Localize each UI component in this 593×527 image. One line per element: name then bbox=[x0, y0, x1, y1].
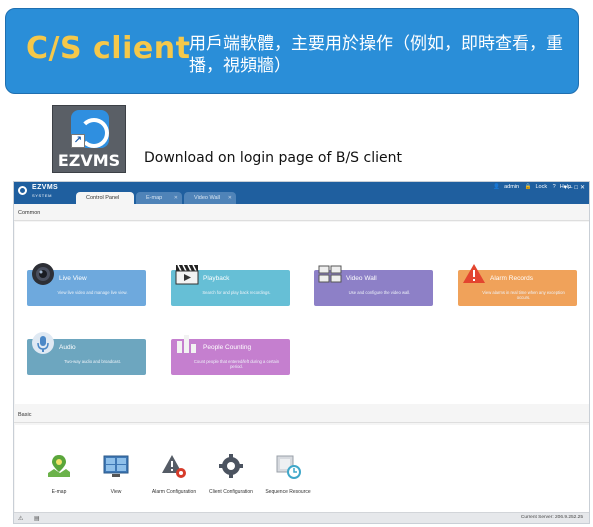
divider bbox=[14, 422, 589, 423]
tile-audio[interactable]: Audio Two-way audio and broadcast. bbox=[27, 332, 146, 375]
warning-icon[interactable]: ⚠ bbox=[18, 515, 23, 522]
tile-description: View alarms in real time when any except… bbox=[482, 290, 565, 300]
tile-title: Playback bbox=[203, 275, 230, 282]
tile-title: Live View bbox=[59, 275, 87, 282]
tab-label: Video Wall bbox=[194, 195, 220, 201]
lock-icon: 🔒 bbox=[524, 184, 532, 190]
close-icon[interactable]: ✕ bbox=[580, 185, 587, 191]
tab-control-panel[interactable]: Control Panel bbox=[76, 192, 134, 204]
user-icon: 👤 bbox=[493, 184, 501, 190]
section-label-common: Common bbox=[18, 210, 41, 216]
banner-title: C/S client bbox=[26, 31, 191, 66]
user-name[interactable]: admin bbox=[504, 184, 519, 190]
tile-people-counting[interactable]: People Counting Count people that entere… bbox=[171, 335, 290, 375]
tab-video-wall[interactable]: Video Wall ✕ bbox=[184, 192, 236, 204]
shortcut-arrow-icon: ↗ bbox=[71, 134, 85, 148]
basic-item-client-configuration[interactable]: Client Configuration bbox=[201, 453, 261, 495]
alarm-icon bbox=[463, 264, 485, 283]
basic-item-e-map[interactable]: E-map bbox=[29, 453, 89, 495]
monitor-grid-icon bbox=[103, 455, 129, 477]
close-icon[interactable]: ✕ bbox=[228, 192, 232, 204]
top-bar: EZVMS SYSTEM Control Panel E-map ✕ Video… bbox=[14, 182, 589, 204]
client-window: EZVMS SYSTEM Control Panel E-map ✕ Video… bbox=[13, 181, 590, 524]
divider bbox=[14, 220, 589, 221]
basic-item-label: Client Configuration bbox=[209, 489, 253, 495]
user-area: 👤 admin 🔒 Lock ? Help bbox=[489, 184, 571, 190]
tile-playback[interactable]: Playback Search for and play back record… bbox=[171, 264, 290, 306]
current-server: Current Server: 206.9.252.25 bbox=[520, 515, 583, 520]
basic-item-view[interactable]: View bbox=[86, 453, 146, 495]
video-wall-icon bbox=[318, 265, 342, 283]
bar-chart-icon bbox=[177, 335, 196, 353]
brand-name: EZVMS bbox=[32, 184, 59, 191]
download-note: Download on login page of B/S client bbox=[144, 150, 402, 166]
basic-item-sequence-resource[interactable]: Sequence Resource bbox=[258, 453, 318, 495]
gear-icon bbox=[219, 454, 243, 478]
microphone-icon bbox=[32, 332, 54, 354]
ezvms-shortcut[interactable]: ↗ EZVMS bbox=[52, 105, 126, 173]
help-icon: ? bbox=[552, 184, 556, 190]
tile-description: Search for and play back recordings. bbox=[202, 290, 271, 295]
basic-item-label: Sequence Resource bbox=[265, 489, 311, 495]
brand-subtitle: SYSTEM bbox=[32, 193, 53, 198]
tile-description: Count people that entered/left during a … bbox=[193, 359, 280, 369]
basic-item-label: Alarm Configuration bbox=[151, 489, 197, 495]
basic-panel: E-map View Alarm Configuration Client Co… bbox=[15, 425, 589, 512]
tile-description: Use and configure the video wall. bbox=[348, 290, 411, 295]
clapper-icon bbox=[175, 264, 199, 285]
tab-label: E-map bbox=[146, 195, 163, 201]
sequence-icon bbox=[276, 455, 301, 479]
close-icon[interactable]: ✕ bbox=[174, 192, 178, 204]
tile-description: View live video and manage live view. bbox=[57, 290, 128, 295]
tile-title: Alarm Records bbox=[490, 275, 533, 282]
app-icon-label: EZVMS bbox=[57, 151, 121, 170]
title-banner: C/S client 用戶端軟體，主要用於操作（例如，即時查看，重播，視頻牆） bbox=[5, 8, 579, 94]
lock-button[interactable]: Lock bbox=[535, 184, 547, 190]
alarm-config-icon bbox=[162, 455, 186, 478]
basic-item-alarm-configuration[interactable]: Alarm Configuration bbox=[144, 453, 204, 495]
tab-e-map[interactable]: E-map ✕ bbox=[136, 192, 182, 204]
map-pin-icon bbox=[48, 455, 70, 477]
basic-item-label: E-map bbox=[51, 489, 67, 495]
ezvms-logo-icon bbox=[18, 186, 27, 195]
tile-title: Audio bbox=[59, 344, 76, 351]
tile-title: Video Wall bbox=[346, 275, 377, 282]
camera-icon bbox=[32, 263, 54, 285]
banner-description: 用戶端軟體，主要用於操作（例如，即時查看，重播，視頻牆） bbox=[189, 34, 563, 76]
common-panel: Live View View live video and manage liv… bbox=[15, 222, 589, 404]
status-bar: ⚠ ▤ Current Server: 206.9.252.25 bbox=[14, 512, 589, 523]
tile-title: People Counting bbox=[203, 344, 252, 351]
document-icon[interactable]: ▤ bbox=[34, 515, 40, 522]
tile-description: Two-way audio and broadcast. bbox=[64, 359, 121, 364]
tile-alarm-records[interactable]: Alarm Records View alarms in real time w… bbox=[458, 264, 577, 306]
tile-video-wall[interactable]: Video Wall Use and configure the video w… bbox=[314, 265, 433, 306]
section-label-basic: Basic bbox=[18, 412, 32, 418]
window-controls: ▾–□✕ bbox=[564, 184, 587, 191]
basic-item-label: View bbox=[110, 489, 122, 495]
tab-label: Control Panel bbox=[86, 195, 120, 201]
tile-live-view[interactable]: Live View View live video and manage liv… bbox=[27, 263, 146, 306]
